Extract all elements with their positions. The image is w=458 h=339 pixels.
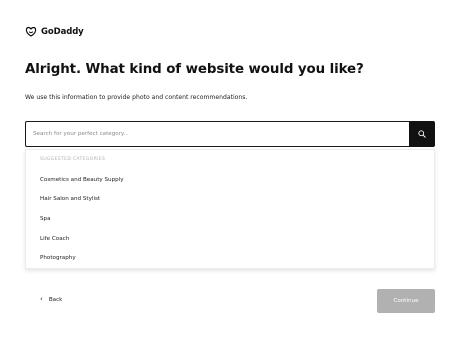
suggestions-dropdown: SUGGESTED CATEGORIES Cosmetics and Beaut… [25, 149, 435, 269]
godaddy-logo[interactable]: GoDaddy [25, 26, 84, 37]
suggestion-spa[interactable]: Spa [40, 216, 51, 222]
continue-button[interactable]: Continue [377, 289, 435, 313]
brand-name: GoDaddy [41, 26, 84, 37]
page-title: Alright. What kind of website would you … [25, 62, 364, 77]
page-subtitle: We use this information to provide photo… [25, 94, 248, 101]
suggestion-cosmetics-and-beauty-supply[interactable]: Cosmetics and Beauty Supply [40, 177, 124, 183]
page: GoDaddy Alright. What kind of website wo… [0, 0, 458, 339]
suggestion-hair-salon-and-stylist[interactable]: Hair Salon and Stylist [40, 196, 100, 202]
godaddy-logo-icon [25, 26, 37, 37]
suggestion-life-coach[interactable]: Life Coach [40, 236, 69, 242]
suggestion-photography[interactable]: Photography [40, 255, 76, 261]
search-button[interactable] [409, 121, 435, 147]
chevron-left-icon: ‹ [40, 295, 43, 303]
search-bar [25, 121, 435, 147]
suggestions-heading: SUGGESTED CATEGORIES [40, 157, 106, 162]
search-input[interactable] [25, 121, 409, 147]
search-icon [418, 130, 426, 138]
back-label: Back [48, 296, 63, 303]
back-button[interactable]: ‹ Back [40, 296, 62, 303]
